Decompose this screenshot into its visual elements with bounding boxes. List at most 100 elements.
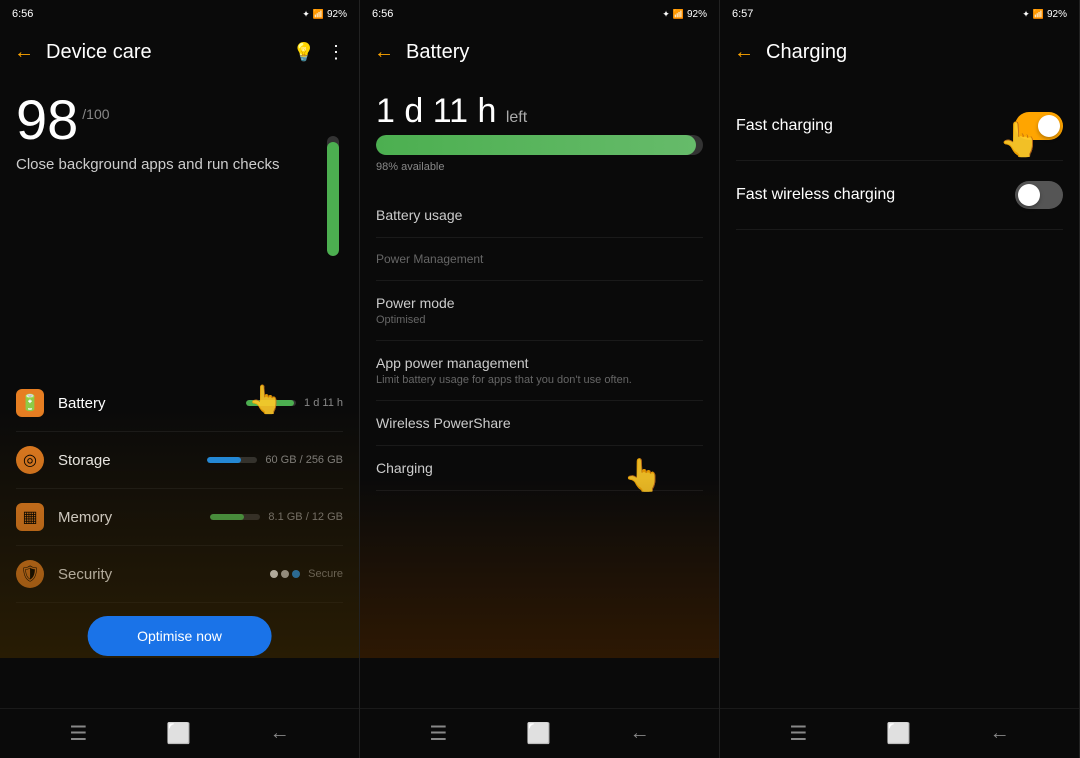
status-time-2: 6:56 [372, 8, 393, 20]
fast-wireless-toggle[interactable] [1015, 181, 1063, 209]
menu-list: 🔋 Battery 1 d 11 h 👆 ◎ Storage [16, 375, 343, 603]
app-power-subtitle: Limit battery usage for apps that you do… [376, 374, 703, 386]
nav-menu-2[interactable]: ☰ [417, 713, 459, 754]
top-icons-1: 💡 ⋮ [293, 42, 345, 63]
battery-icon: 🔋 [16, 389, 44, 417]
battery-usage-title: Battery usage [376, 207, 703, 223]
charging-row[interactable]: Charging 👆 [376, 446, 703, 491]
page-title-3: Charging [766, 41, 1065, 64]
back-button-2[interactable]: ← [374, 41, 394, 64]
menu-item-storage[interactable]: ◎ Storage 60 GB / 256 GB [16, 432, 343, 489]
fast-charging-row: Fast charging 👆 [736, 92, 1063, 161]
score-bar-fill [327, 142, 339, 256]
score-section: 98 /100 [16, 92, 343, 148]
storage-value: 60 GB / 256 GB [265, 454, 343, 466]
security-status: Secure [270, 568, 343, 580]
power-mode-row[interactable]: Power mode Optimised [376, 281, 703, 341]
status-time-3: 6:57 [732, 8, 753, 20]
memory-status: 8.1 GB / 12 GB [210, 511, 343, 523]
status-bar-3: 6:57 ✦ 📶 92% [720, 0, 1079, 28]
bulb-icon[interactable]: 💡 [293, 42, 315, 63]
signal-icon: 📶 [313, 9, 324, 20]
back-button-1[interactable]: ← [14, 41, 34, 64]
power-mode-title: Power mode [376, 295, 703, 311]
status-icons-1: ✦ 📶 92% [302, 9, 347, 20]
back-button-3[interactable]: ← [734, 41, 754, 64]
menu-item-security[interactable]: 🛡 Security Secure [16, 546, 343, 603]
nav-home-3[interactable]: ⬜ [874, 713, 923, 754]
battery-usage-row[interactable]: Battery usage [376, 193, 703, 238]
dot-2 [281, 570, 289, 578]
score-description: Close background apps and run checks [16, 154, 343, 175]
memory-bar [210, 514, 260, 520]
wireless-powershare-title: Wireless PowerShare [376, 415, 703, 431]
bluetooth-icon: ✦ [302, 9, 310, 20]
power-mode-subtitle: Optimised [376, 314, 703, 326]
optimise-button[interactable]: Optimise now [87, 616, 272, 656]
wireless-powershare-row[interactable]: Wireless PowerShare [376, 401, 703, 446]
menu-item-battery[interactable]: 🔋 Battery 1 d 11 h 👆 [16, 375, 343, 432]
fast-wireless-label: Fast wireless charging [736, 186, 895, 204]
screen-charging: 6:57 ✦ 📶 92% ← Charging Fast charging 👆 … [720, 0, 1080, 758]
blur-overlay-2 [360, 478, 719, 658]
power-management-row[interactable]: Power Management [376, 238, 703, 281]
battery-content: 1 d 11 h left 98% available Battery usag… [360, 76, 719, 708]
signal-icon-2: 📶 [673, 9, 684, 20]
storage-bar [207, 457, 257, 463]
bluetooth-icon-2: ✦ [662, 9, 670, 20]
top-bar-3: ← Charging [720, 28, 1079, 76]
memory-value: 8.1 GB / 12 GB [268, 511, 343, 523]
nav-bar-2: ☰ ⬜ ← [360, 708, 719, 758]
storage-label: Storage [58, 452, 207, 469]
device-care-content: 98 /100 Close background apps and run ch… [0, 76, 359, 708]
status-icons-2: ✦ 📶 92% [662, 9, 707, 20]
nav-menu-3[interactable]: ☰ [777, 713, 819, 754]
charging-content: Fast charging 👆 Fast wireless charging [720, 76, 1079, 708]
battery-bar [246, 400, 296, 406]
page-title-2: Battery [406, 41, 705, 64]
power-mgmt-title: Power Management [376, 252, 703, 266]
storage-status: 60 GB / 256 GB [207, 454, 343, 466]
nav-back-2[interactable]: ← [618, 714, 662, 753]
nav-home-1[interactable]: ⬜ [154, 713, 203, 754]
time-left-value: 1 d 11 h [376, 92, 496, 130]
memory-icon: ▦ [16, 503, 44, 531]
status-time-1: 6:56 [12, 8, 33, 20]
security-label: Security [58, 566, 270, 583]
top-bar-1: ← Device care 💡 ⋮ [0, 28, 359, 76]
storage-bar-fill [207, 457, 241, 463]
bluetooth-icon-3: ✦ [1022, 9, 1030, 20]
score-number: 98 [16, 92, 78, 148]
charging-title: Charging [376, 460, 703, 476]
status-bar-2: 6:56 ✦ 📶 92% [360, 0, 719, 28]
fast-charging-toggle[interactable] [1015, 112, 1063, 140]
available-text: 98% available [376, 161, 703, 173]
nav-menu-1[interactable]: ☰ [57, 713, 99, 754]
fast-wireless-row: Fast wireless charging [736, 161, 1063, 230]
security-dots [270, 570, 300, 578]
battery-label: Battery [58, 395, 246, 412]
score-bar-vertical [327, 136, 339, 256]
nav-back-3[interactable]: ← [978, 714, 1022, 753]
time-left-display: 1 d 11 h left [376, 92, 703, 131]
battery-bar-fill [246, 400, 294, 406]
more-icon[interactable]: ⋮ [327, 42, 345, 63]
screen-device-care: 6:56 ✦ 📶 92% ← Device care 💡 ⋮ 98 /100 C… [0, 0, 360, 758]
time-left-suffix: left [506, 109, 527, 126]
top-bar-2: ← Battery [360, 28, 719, 76]
nav-home-2[interactable]: ⬜ [514, 713, 563, 754]
memory-label: Memory [58, 509, 210, 526]
score-max: /100 [82, 106, 109, 122]
app-power-row[interactable]: App power management Limit battery usage… [376, 341, 703, 401]
battery-status-3: 92% [1047, 9, 1067, 20]
menu-item-memory[interactable]: ▦ Memory 8.1 GB / 12 GB [16, 489, 343, 546]
security-value: Secure [308, 568, 343, 580]
fast-charging-label: Fast charging [736, 117, 833, 135]
dot-1 [270, 570, 278, 578]
battery-value: 1 d 11 h [304, 397, 343, 409]
battery-status-1: 92% [327, 9, 347, 20]
nav-back-1[interactable]: ← [258, 714, 302, 753]
battery-bar-fill-h [376, 135, 696, 155]
battery-bar-horizontal [376, 135, 703, 155]
security-icon: 🛡 [16, 560, 44, 588]
